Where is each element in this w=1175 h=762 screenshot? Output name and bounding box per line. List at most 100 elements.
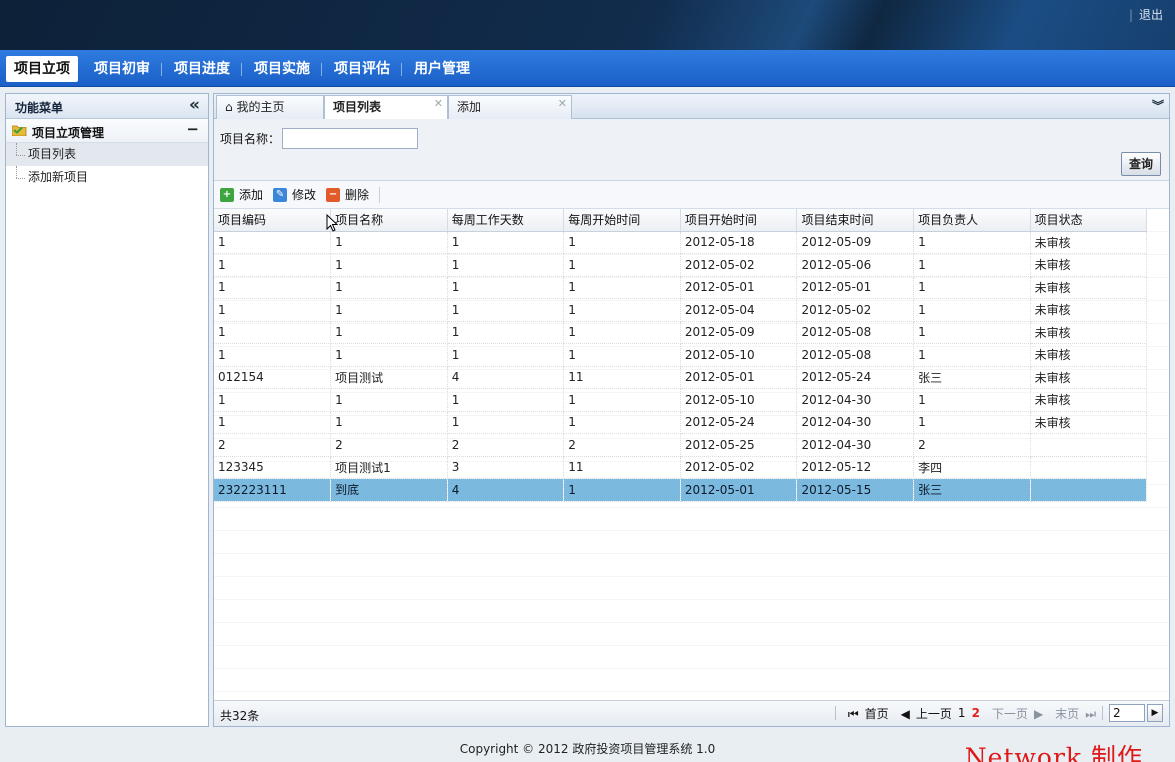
last-page-icon: ⏭ (1085, 706, 1096, 721)
table-row[interactable]: 1 1 1 1 2012-05-02 2012-05-06 1 未审核 (214, 253, 1148, 277)
prev-page-icon: ◀ (900, 706, 910, 721)
search-form: 项目名称： 查询 (214, 119, 1169, 181)
project-name-label: 项目名称： (220, 132, 281, 146)
table-cell: 2012-05-09 (680, 321, 798, 344)
column-header[interactable]: 项目结束时间 (796, 209, 915, 232)
table-row[interactable]: 123345 项目测试1 3 11 2012-05-02 2012-05-12 李四 (214, 456, 1148, 479)
add-button[interactable]: + 添加 (220, 186, 263, 203)
table-row[interactable]: 1 1 1 1 2012-05-10 2012-04-30 1 未审核 (214, 388, 1148, 412)
table-cell: 2012-05-09 (796, 231, 915, 254)
column-header[interactable]: 每周工作天数 (447, 209, 565, 232)
main-nav: 项目立项 项目初审 项目进度 项目实施 项目评估 用户管理 (0, 50, 1175, 87)
nav-item-initial-review[interactable]: 项目初审 (82, 56, 162, 82)
chevron-double-down-icon[interactable]: ︾ (1152, 97, 1164, 114)
collapse-icon[interactable]: « (189, 95, 200, 115)
table-row[interactable]: 2 2 2 2 2012-05-25 2012-04-30 2 (214, 433, 1148, 457)
grid-toolbar: + 添加 ✎ 修改 − 删除 (214, 181, 1169, 209)
nav-item-implementation[interactable]: 项目实施 (241, 56, 322, 82)
table-cell: 1 (330, 321, 448, 344)
table-row[interactable]: 1 1 1 1 2012-05-24 2012-04-30 1 未审核 (214, 411, 1148, 434)
tab-add[interactable]: 添加 ✕ (448, 95, 572, 119)
table-cell: 未审核 (1030, 411, 1148, 434)
table-cell: 到底 (330, 478, 448, 502)
table-row[interactable]: 1 1 1 1 2012-05-01 2012-05-01 1 未审核 (214, 276, 1148, 299)
table-cell: 1 (214, 298, 332, 322)
table-cell: 1 (563, 321, 681, 344)
table-cell: 2012-05-08 (796, 321, 915, 344)
column-header[interactable]: 项目名称 (330, 209, 448, 232)
table-cell: 2012-05-01 (680, 276, 798, 299)
close-icon[interactable]: ✕ (558, 93, 567, 115)
close-icon[interactable]: ✕ (434, 93, 443, 115)
last-page-button[interactable]: 末页 ⏭ (1049, 705, 1096, 722)
sidebar-header: 功能菜单 « (6, 94, 208, 119)
pagination-bar: 共32条 ⏮ 首页 ◀ 上一页 1 2 下一页 ▶ 末页 ⏭ 2 ▶ (214, 700, 1169, 726)
page-number-input[interactable]: 2 (1109, 704, 1145, 722)
table-cell: 1 (330, 276, 448, 299)
table-cell: 1 (563, 478, 681, 502)
table-cell (1030, 478, 1148, 502)
table-cell: 2012-04-30 (796, 433, 915, 457)
watermark-text: Network 制作 (964, 743, 1143, 762)
table-cell: 未审核 (1030, 343, 1148, 367)
sidebar-item-add-project[interactable]: 添加新项目 (6, 166, 208, 189)
minus-icon[interactable]: − (186, 120, 199, 138)
home-icon: ⌂ (225, 100, 233, 114)
table-cell: 1 (563, 298, 681, 322)
table-row[interactable]: 1 1 1 1 2012-05-09 2012-05-08 1 未审核 (214, 321, 1148, 344)
table-row[interactable]: 012154 项目测试 4 11 2012-05-01 2012-05-24 张三 未审核 (214, 366, 1148, 389)
table-row[interactable]: 1 1 1 1 2012-05-04 2012-05-02 1 未审核 (214, 298, 1148, 322)
table-row[interactable]: 1 1 1 1 2012-05-18 2012-05-09 1 未审核 (214, 231, 1148, 254)
column-header[interactable]: 项目编码 (214, 209, 332, 232)
tab-label: 项目列表 (333, 100, 382, 114)
pagination-nav: ⏮ 首页 ◀ 上一页 1 2 下一页 ▶ 末页 ⏭ 2 ▶ (829, 704, 1163, 722)
column-header[interactable]: 项目开始时间 (680, 209, 798, 232)
project-name-input[interactable] (282, 128, 418, 149)
add-icon: + (220, 187, 234, 202)
logout-label[interactable]: 退出 (1139, 8, 1163, 22)
nav-item-user-management[interactable]: 用户管理 (401, 56, 482, 82)
table-cell: 未审核 (1030, 366, 1148, 389)
table-cell: 1 (563, 388, 681, 412)
edit-button[interactable]: ✎ 修改 (273, 186, 316, 203)
next-page-button[interactable]: 下一页 ▶ (986, 705, 1043, 722)
table-cell: 未审核 (1030, 298, 1148, 322)
separator: | (1128, 8, 1133, 22)
column-header[interactable]: 项目负责人 (913, 209, 1031, 232)
tab-project-list[interactable]: 项目列表 ✕ (324, 95, 448, 120)
table-cell: 1 (913, 343, 1031, 367)
edit-icon: ✎ (273, 187, 288, 202)
sidebar: 功能菜单 « 项目立项管理 − 项目列表 添加新项目 (5, 93, 209, 727)
table-cell: 1 (214, 321, 332, 344)
tab-home[interactable]: ⌂ 我的主页 (216, 95, 324, 119)
delete-button[interactable]: − 删除 (326, 186, 369, 203)
table-cell: 1 (447, 298, 565, 322)
table-row[interactable]: 232223111 到底 4 1 2012-05-01 2012-05-15 张三 (214, 478, 1148, 502)
table-cell: 11 (563, 366, 681, 389)
nav-item-evaluation[interactable]: 项目评估 (321, 56, 402, 82)
table-cell: 1 (563, 253, 681, 277)
nav-item-progress[interactable]: 项目进度 (161, 56, 242, 82)
last-page-label: 末页 (1055, 706, 1080, 721)
query-button[interactable]: 查询 (1121, 152, 1161, 176)
sidebar-item-label: 项目列表 (28, 147, 77, 161)
folder-icon (12, 125, 27, 136)
go-page-icon[interactable]: ▶ (1147, 704, 1163, 722)
nav-item-project-approval[interactable]: 项目立项 (6, 55, 78, 82)
prev-page-button[interactable]: ◀ 上一页 (895, 705, 952, 722)
sidebar-item-project-list[interactable]: 项目列表 (6, 143, 208, 166)
tab-bar: ⌂ 我的主页 项目列表 ✕ 添加 ✕ ︾ (214, 94, 1169, 120)
table-cell: 2012-05-01 (796, 276, 915, 299)
delete-label: 删除 (345, 188, 370, 202)
column-header[interactable]: 项目状态 (1030, 209, 1148, 232)
page-link[interactable]: 1 (958, 706, 966, 720)
sidebar-group[interactable]: 项目立项管理 − (6, 119, 208, 143)
first-page-button[interactable]: ⏮ 首页 (842, 705, 889, 722)
pager-divider (1102, 706, 1103, 720)
logout-link[interactable]: | 退出 (1129, 6, 1163, 23)
column-header[interactable]: 每周开始时间 (563, 209, 681, 232)
table-cell: 123345 (214, 456, 332, 479)
table-cell: 项目测试 (330, 366, 448, 389)
table-row[interactable]: 1 1 1 1 2012-05-10 2012-05-08 1 未审核 (214, 343, 1148, 367)
table-cell: 2012-05-02 (680, 456, 798, 479)
